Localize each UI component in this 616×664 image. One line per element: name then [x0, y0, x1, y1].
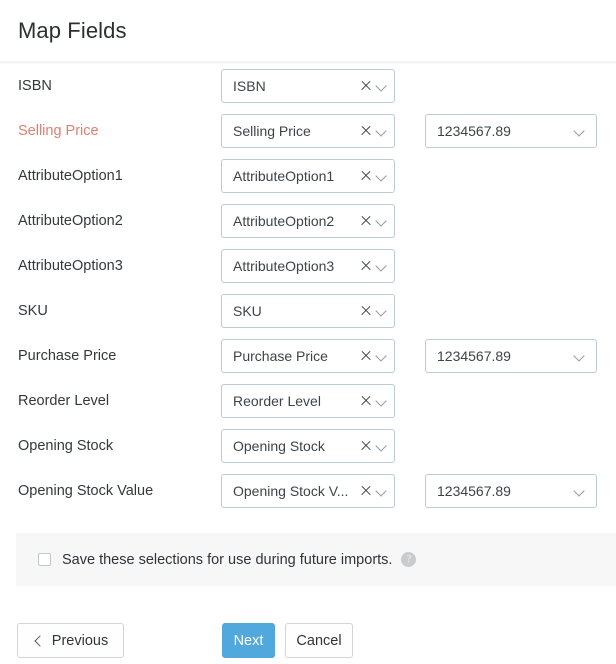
mapping-select[interactable]: AttributeOption1	[221, 159, 395, 193]
previous-button-label: Previous	[51, 632, 109, 649]
next-button-label: Next	[233, 632, 264, 649]
field-row: SKU SKU	[0, 289, 616, 334]
chevron-down-icon[interactable]	[376, 80, 388, 92]
field-row: AttributeOption1 AttributeOption1	[0, 154, 616, 199]
close-icon[interactable]	[359, 394, 373, 408]
close-icon[interactable]	[359, 214, 373, 228]
close-icon[interactable]	[359, 439, 373, 453]
help-icon[interactable]: ?	[401, 552, 417, 567]
field-row: Purchase Price Purchase Price 1234567.89	[0, 334, 616, 379]
mapping-select-value: AttributeOption1	[233, 168, 335, 184]
dialog-header: Map Fields	[0, 0, 616, 62]
previous-button[interactable]: Previous	[17, 623, 124, 658]
chevron-down-icon[interactable]	[574, 485, 586, 497]
mapping-select[interactable]: Purchase Price	[221, 339, 395, 373]
chevron-down-icon[interactable]	[574, 350, 586, 362]
field-label: Selling Price	[18, 123, 99, 139]
mapping-select[interactable]: ISBN	[221, 69, 395, 103]
format-select-value: 1234567.89	[437, 348, 511, 364]
chevron-down-icon[interactable]	[376, 440, 388, 452]
save-selections-label: Save these selections for use during fut…	[62, 551, 393, 568]
save-selections-checkbox[interactable]	[38, 553, 51, 566]
close-icon[interactable]	[359, 484, 373, 498]
mapping-select[interactable]: SKU	[221, 294, 395, 328]
chevron-down-icon[interactable]	[376, 305, 388, 317]
close-icon[interactable]	[359, 259, 373, 273]
mapping-select[interactable]: Selling Price	[221, 114, 395, 148]
field-row: AttributeOption3 AttributeOption3	[0, 244, 616, 289]
field-label: Opening Stock	[18, 438, 114, 454]
field-label: Opening Stock Value	[18, 483, 154, 499]
close-icon[interactable]	[359, 304, 373, 318]
mapping-select-value: ISBN	[233, 78, 266, 94]
mapping-select[interactable]: Reorder Level	[221, 384, 395, 418]
field-label: SKU	[18, 303, 48, 319]
chevron-down-icon[interactable]	[574, 125, 586, 137]
close-icon[interactable]	[359, 349, 373, 363]
mapping-select-value: Reorder Level	[233, 393, 321, 409]
field-mapping-list: ISBN ISBN Selling Price Selling Price 123456…	[0, 64, 616, 514]
chevron-down-icon[interactable]	[376, 260, 388, 272]
close-icon[interactable]	[359, 79, 373, 93]
field-label: ISBN	[18, 78, 52, 94]
field-row: Selling Price Selling Price 1234567.89	[0, 109, 616, 154]
field-label: AttributeOption2	[18, 213, 123, 229]
field-row: Opening Stock Opening Stock	[0, 424, 616, 469]
format-select-value: 1234567.89	[437, 483, 511, 499]
field-row: AttributeOption2 AttributeOption2	[0, 199, 616, 244]
mapping-select-value: Opening Stock V...	[233, 483, 349, 499]
chevron-left-icon	[33, 635, 44, 646]
format-select[interactable]: 1234567.89	[425, 339, 597, 373]
mapping-select[interactable]: Opening Stock	[221, 429, 395, 463]
chevron-down-icon[interactable]	[376, 170, 388, 182]
close-icon[interactable]	[359, 124, 373, 138]
field-label: Reorder Level	[18, 393, 110, 409]
next-button[interactable]: Next	[222, 623, 275, 658]
mapping-select-value: AttributeOption2	[233, 213, 335, 229]
chevron-down-icon[interactable]	[376, 125, 388, 137]
mapping-select-value: AttributeOption3	[233, 258, 335, 274]
format-select[interactable]: 1234567.89	[425, 474, 597, 508]
chevron-down-icon[interactable]	[376, 395, 388, 407]
save-selections-bar: Save these selections for use during fut…	[16, 533, 616, 586]
page-title: Map Fields	[18, 18, 127, 43]
format-select-value: 1234567.89	[437, 123, 511, 139]
mapping-select-value: Purchase Price	[233, 348, 328, 364]
cancel-button-label: Cancel	[296, 632, 342, 649]
field-label: Purchase Price	[18, 348, 117, 364]
close-icon[interactable]	[359, 169, 373, 183]
field-row: Reorder Level Reorder Level	[0, 379, 616, 424]
mapping-select-value: SKU	[233, 303, 262, 319]
mapping-select[interactable]: AttributeOption3	[221, 249, 395, 283]
field-label: AttributeOption3	[18, 258, 123, 274]
mapping-select-value: Selling Price	[233, 123, 311, 139]
field-label: AttributeOption1	[18, 168, 123, 184]
chevron-down-icon[interactable]	[376, 215, 388, 227]
field-row: Opening Stock Value Opening Stock V... 123…	[0, 469, 616, 514]
cancel-button[interactable]: Cancel	[285, 623, 353, 658]
mapping-select-value: Opening Stock	[233, 438, 325, 454]
mapping-select[interactable]: AttributeOption2	[221, 204, 395, 238]
header-divider	[0, 61, 616, 64]
dialog-footer: Previous Next Cancel	[0, 623, 616, 664]
mapping-select[interactable]: Opening Stock V...	[221, 474, 395, 508]
chevron-down-icon[interactable]	[376, 350, 388, 362]
chevron-down-icon[interactable]	[376, 485, 388, 497]
field-row: ISBN ISBN	[0, 64, 616, 109]
format-select[interactable]: 1234567.89	[425, 114, 597, 148]
